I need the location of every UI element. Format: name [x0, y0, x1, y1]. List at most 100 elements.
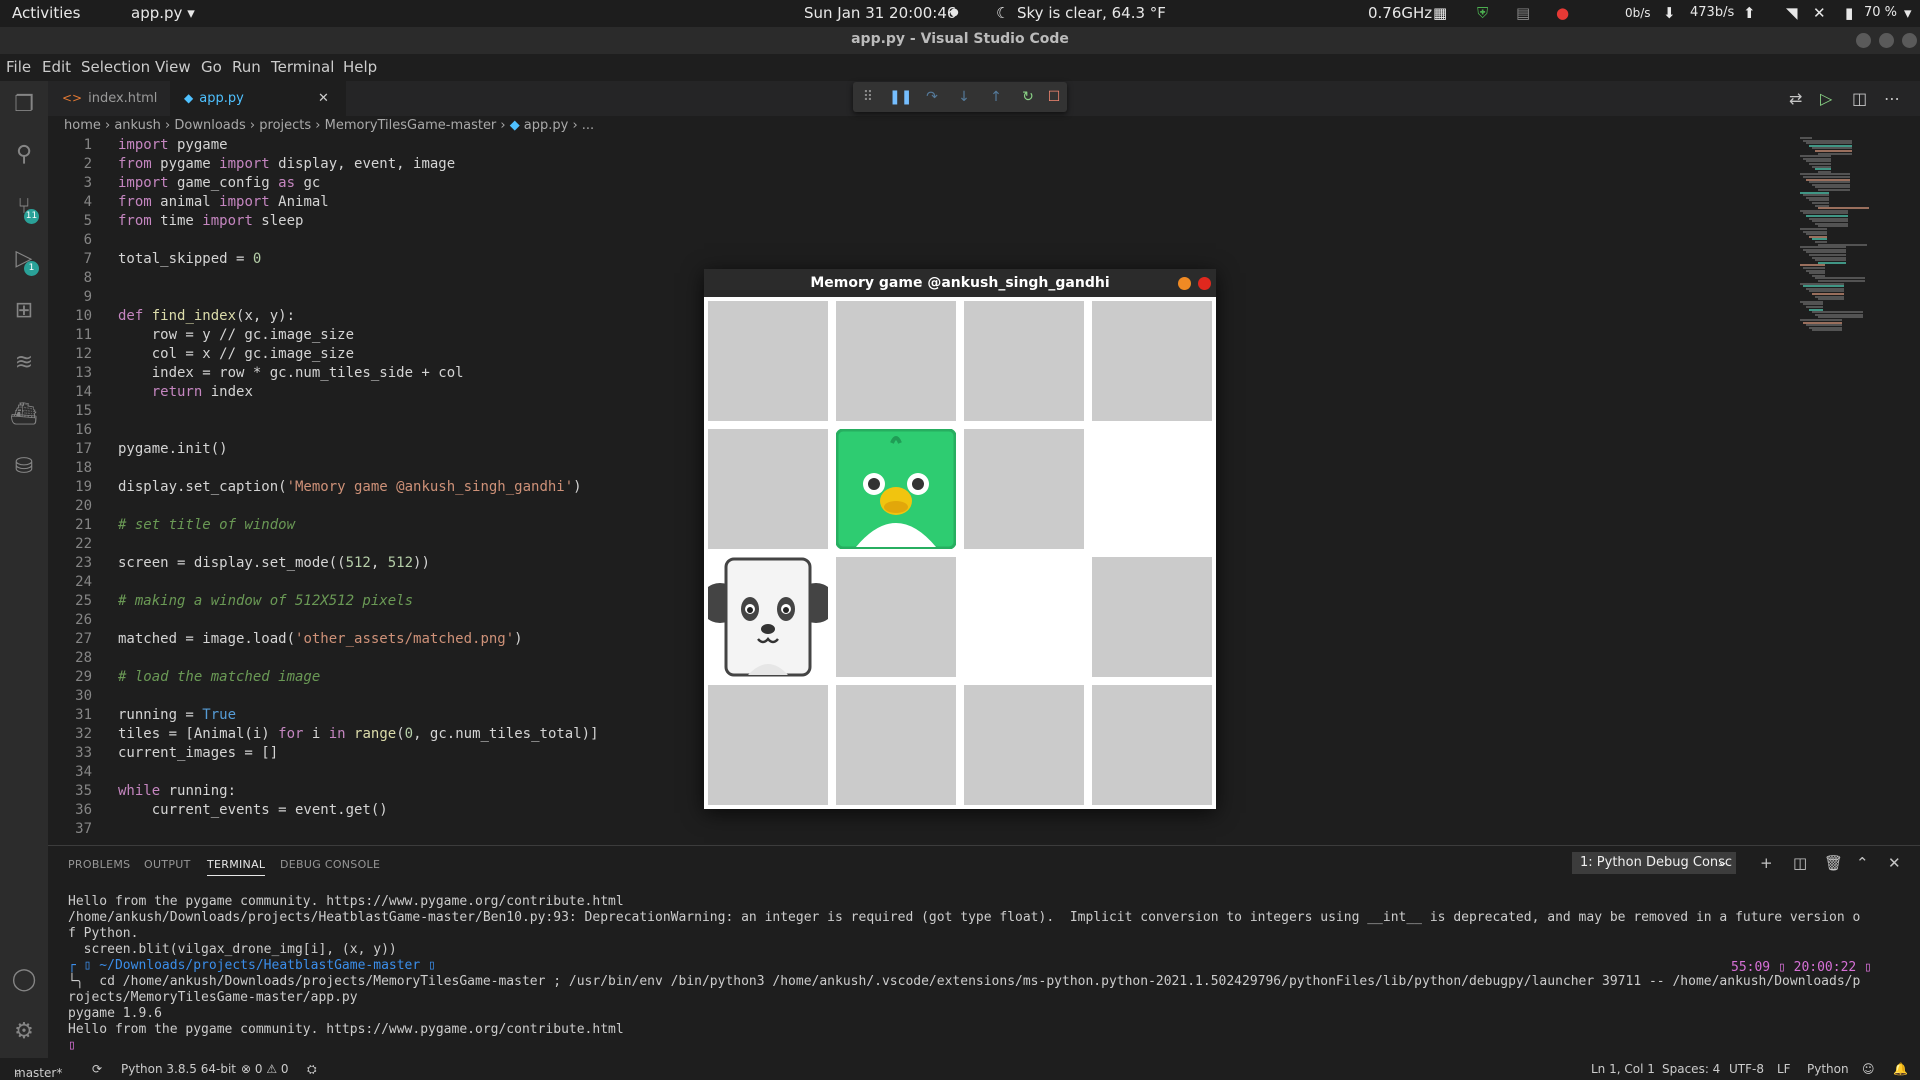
tab-index-html[interactable]: <> index.html — [48, 81, 171, 116]
split-editor-icon[interactable]: ◫ — [1852, 89, 1867, 108]
tab-problems[interactable]: PROBLEMS — [68, 858, 130, 871]
menu-selection[interactable]: Selection — [81, 58, 150, 76]
breadcrumb-item[interactable]: ... — [582, 118, 594, 133]
mute-icon[interactable]: ✕ — [1813, 4, 1826, 22]
hidden-tile[interactable] — [1092, 557, 1212, 677]
system-menu-caret-icon[interactable]: ▾ — [1904, 4, 1912, 22]
stop-icon[interactable]: ☐ — [1043, 87, 1065, 107]
matched-tile[interactable] — [964, 557, 1084, 677]
hidden-tile[interactable] — [1092, 301, 1212, 421]
code-line[interactable]: 4 from animal import Animal — [48, 194, 1788, 213]
language-mode-status[interactable]: Python — [1807, 1062, 1849, 1076]
python-interpreter-status[interactable]: Python 3.8.5 64-bit — [121, 1062, 236, 1076]
battery-label[interactable]: 70 % — [1864, 5, 1897, 20]
maximize-panel-icon[interactable]: ⌃ — [1856, 854, 1869, 872]
hidden-tile[interactable] — [1092, 685, 1212, 805]
tab-debug-console[interactable]: DEBUG CONSOLE — [280, 858, 380, 871]
breadcrumb-item[interactable]: home — [64, 118, 101, 133]
explorer-icon[interactable]: ❐ — [10, 91, 38, 119]
code-line[interactable]: 3 import game_config as gc — [48, 175, 1788, 194]
close-panel-icon[interactable]: ✕ — [1888, 854, 1901, 872]
new-terminal-icon[interactable]: + — [1760, 854, 1773, 872]
eol-status[interactable]: LF — [1777, 1062, 1791, 1076]
compare-changes-icon[interactable]: ⇄ — [1789, 89, 1802, 108]
hidden-tile[interactable] — [836, 685, 956, 805]
search-icon[interactable]: ⚲ — [10, 141, 38, 169]
minimap[interactable] — [1790, 137, 1890, 337]
code-line[interactable]: 37 — [48, 821, 1788, 840]
step-over-icon[interactable]: ↷ — [921, 87, 943, 107]
indentation-status[interactable]: Spaces: 4 — [1662, 1062, 1720, 1076]
breadcrumb-item[interactable]: app.py — [524, 118, 569, 133]
hidden-tile[interactable] — [964, 301, 1084, 421]
layers-icon[interactable]: ≋ — [10, 349, 38, 377]
clock[interactable]: Sun Jan 31 20:00:46 — [804, 4, 956, 22]
tab-output[interactable]: OUTPUT — [144, 858, 191, 871]
live-share-icon[interactable]: ⛭ — [307, 1062, 317, 1077]
docker-icon[interactable]: ⛴ — [10, 401, 38, 429]
matched-tile[interactable] — [1092, 429, 1212, 549]
sync-icon[interactable]: ⟳ — [92, 1062, 102, 1076]
close-tab-icon[interactable]: ✕ — [318, 81, 329, 116]
extensions-icon[interactable]: ⊞ — [10, 297, 38, 325]
hidden-tile[interactable] — [708, 301, 828, 421]
battery-icon[interactable]: ▮ — [1845, 4, 1853, 22]
run-file-icon[interactable]: ▷ — [1820, 89, 1832, 108]
hidden-tile[interactable] — [836, 557, 956, 677]
settings-gear-icon[interactable]: ⚙ — [10, 1018, 38, 1046]
drag-handle-icon[interactable]: ⠿ — [857, 87, 879, 107]
terminal-select[interactable]: 1: Python Debug Consc ⌄ — [1572, 852, 1736, 874]
cpu-freq-label[interactable]: 0.76GHz — [1368, 4, 1432, 22]
parrot-tile[interactable] — [835, 428, 957, 550]
code-line[interactable]: 5 from time import sleep — [48, 213, 1788, 232]
alert-icon[interactable]: ● — [1556, 4, 1569, 22]
menu-help[interactable]: Help — [343, 58, 377, 76]
tray-icon[interactable]: ▤ — [1516, 4, 1530, 22]
menu-go[interactable]: Go — [201, 58, 222, 76]
step-out-icon[interactable]: ↑ — [985, 87, 1007, 107]
breadcrumb-item[interactable]: ankush — [114, 118, 161, 133]
breadcrumb-item[interactable]: MemoryTilesGame-master — [325, 118, 497, 133]
menu-edit[interactable]: Edit — [42, 58, 71, 76]
cursor-position-status[interactable]: Ln 1, Col 1 — [1591, 1062, 1655, 1076]
tab-app-py[interactable]: ◆ app.py ✕ — [170, 81, 346, 116]
menu-run[interactable]: Run — [232, 58, 261, 76]
trash-icon[interactable]: 🗑 — [1824, 854, 1843, 872]
weather-label[interactable]: Sky is clear, 64.3 °F — [1017, 4, 1166, 22]
breadcrumb-item[interactable]: projects — [259, 118, 311, 133]
hidden-tile[interactable] — [708, 429, 828, 549]
account-icon[interactable]: ◯ — [10, 966, 38, 994]
problems-status[interactable]: ⊗ 0 ⚠ 0 — [241, 1062, 289, 1076]
tab-terminal[interactable]: TERMINAL — [207, 858, 266, 876]
step-into-icon[interactable]: ↓ — [953, 87, 975, 107]
terminal-output[interactable]: Hello from the pygame community. https:/… — [68, 894, 1908, 1054]
breadcrumb-item[interactable]: Downloads — [174, 118, 245, 133]
panda-tile[interactable] — [700, 557, 836, 677]
code-line[interactable]: 7 total_skipped = 0 — [48, 251, 1788, 270]
notifications-bell-icon[interactable]: 🔔 — [1893, 1062, 1908, 1076]
close-window-button[interactable] — [1902, 33, 1917, 48]
hidden-tile[interactable] — [836, 301, 956, 421]
menu-terminal[interactable]: Terminal — [271, 58, 334, 76]
split-terminal-icon[interactable]: ◫ — [1793, 854, 1807, 872]
hidden-tile[interactable] — [708, 685, 828, 805]
shield-icon[interactable]: ⛨ — [1477, 4, 1488, 22]
hidden-tile[interactable] — [964, 685, 1084, 805]
minimize-button[interactable] — [1856, 33, 1871, 48]
app-menu-button[interactable]: app.py ▾ — [131, 4, 195, 22]
code-line[interactable]: 1 import pygame — [48, 137, 1788, 156]
more-actions-icon[interactable]: ⋯ — [1884, 89, 1900, 108]
code-line[interactable]: 2 from pygame import display, event, imag… — [48, 156, 1788, 175]
menu-view[interactable]: View — [155, 58, 191, 76]
feedback-icon[interactable]: ☺ — [1862, 1062, 1875, 1076]
activities-button[interactable]: Activities — [12, 4, 80, 22]
pygame-minimize-button[interactable] — [1178, 277, 1191, 290]
pause-icon[interactable]: ❚❚ — [889, 87, 912, 107]
restart-icon[interactable]: ↻ — [1017, 87, 1039, 107]
maximize-button[interactable] — [1879, 33, 1894, 48]
hidden-tile[interactable] — [964, 429, 1084, 549]
encoding-status[interactable]: UTF-8 — [1729, 1062, 1764, 1076]
database-icon[interactable]: ⛁ — [10, 453, 38, 481]
code-line[interactable]: 6 — [48, 232, 1788, 251]
pygame-close-button[interactable] — [1198, 277, 1211, 290]
